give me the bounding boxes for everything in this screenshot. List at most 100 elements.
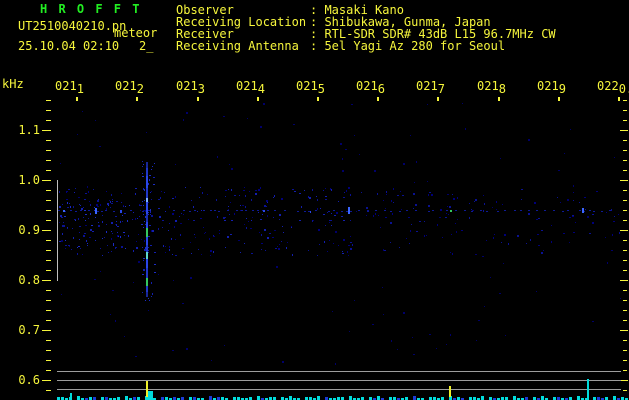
noise-dot [79,232,80,233]
echo-segment [146,278,148,286]
noise-dot [223,116,225,117]
noise-dot [146,132,147,133]
noise-dot [342,251,343,252]
cyan-block-1 [148,391,153,400]
noise-dot [282,226,283,227]
noise-dot [149,300,150,301]
noise-dot [151,215,153,217]
noise-dot [142,201,143,202]
noise-dot [348,255,349,256]
noise-dot [410,135,411,136]
noise-dot [169,223,170,224]
noise-dot [429,192,431,193]
echo-segment [146,245,148,252]
noise-dot [185,187,186,188]
activity-bar [317,396,320,400]
noise-dot [410,230,411,232]
noise-dot [60,163,61,164]
noise-dot [152,166,153,167]
level-line [57,380,621,381]
echo-dot [450,210,452,212]
noise-dot [592,222,594,224]
noise-dot [77,253,78,255]
noise-dot [584,197,586,198]
noise-dot [149,225,151,226]
noise-dot [450,252,451,253]
freq-tick-right-minor [623,310,627,311]
noise-dot [240,252,241,253]
noise-dot [127,220,128,222]
noise-dot [528,213,530,215]
noise-dot [183,119,184,121]
noise-dot [216,199,217,201]
noise-dot [64,216,66,217]
carrier-dot [203,210,205,211]
noise-dot [349,331,350,332]
noise-dot [475,199,477,201]
noise-dot [84,199,86,200]
carrier-dot [130,210,132,211]
noise-dot [447,206,448,207]
noise-dot [244,187,245,188]
noise-dot [499,293,501,294]
freq-tick-right-minor [623,160,627,161]
noise-dot [414,182,415,183]
noise-dot [231,168,233,170]
noise-dot [116,201,118,202]
noise-dot [210,250,212,252]
noise-dot [100,271,101,272]
noise-dot [62,225,64,227]
noise-dot [351,104,353,105]
noise-dot [152,293,153,295]
noise-dot [85,225,87,226]
noise-dot [570,129,571,130]
noise-dot [197,211,198,212]
noise-dot [153,184,155,185]
noise-dot [261,249,262,250]
noise-dot [606,212,607,213]
carrier-dot [567,210,569,211]
carrier-dot [367,211,369,212]
freq-tick-minor [46,290,51,291]
noise-dot [172,350,174,351]
noise-dot [453,198,455,200]
cyan-spike-2 [587,379,589,400]
noise-dot [279,214,281,216]
noise-dot [496,201,497,203]
noise-dot [384,250,386,251]
noise-dot [186,112,188,114]
noise-dot [374,170,376,172]
freq-tick-minor [46,270,51,271]
noise-dot [87,186,88,188]
noise-dot [128,235,129,237]
noise-dot [228,206,229,207]
noise-dot [415,204,417,206]
freq-tick-minor [46,350,51,351]
noise-dot [69,203,70,204]
echo-segment [146,176,148,188]
noise-dot [138,234,139,235]
level-line [57,389,621,390]
noise-dot [141,224,143,225]
carrier-dot [284,210,286,211]
freq-tick-minor [46,220,51,221]
noise-dot [613,221,615,222]
noise-dot [67,202,68,204]
noise-dot [175,164,176,165]
noise-dot [109,200,110,201]
calibration-line [57,180,58,281]
file-name: UT2510040210.pn [18,19,127,33]
noise-dot [354,135,355,136]
noise-dot [188,219,189,220]
noise-dot [589,233,591,234]
noise-dot [148,298,149,299]
noise-dot [494,234,495,235]
echo-segment [146,268,148,278]
freq-tick-right-minor [623,120,627,121]
noise-dot [267,237,269,239]
noise-dot [244,243,245,244]
activity-bar [613,396,616,400]
echo-segment [146,168,148,176]
noise-dot [160,197,161,199]
noise-dot [274,230,276,231]
